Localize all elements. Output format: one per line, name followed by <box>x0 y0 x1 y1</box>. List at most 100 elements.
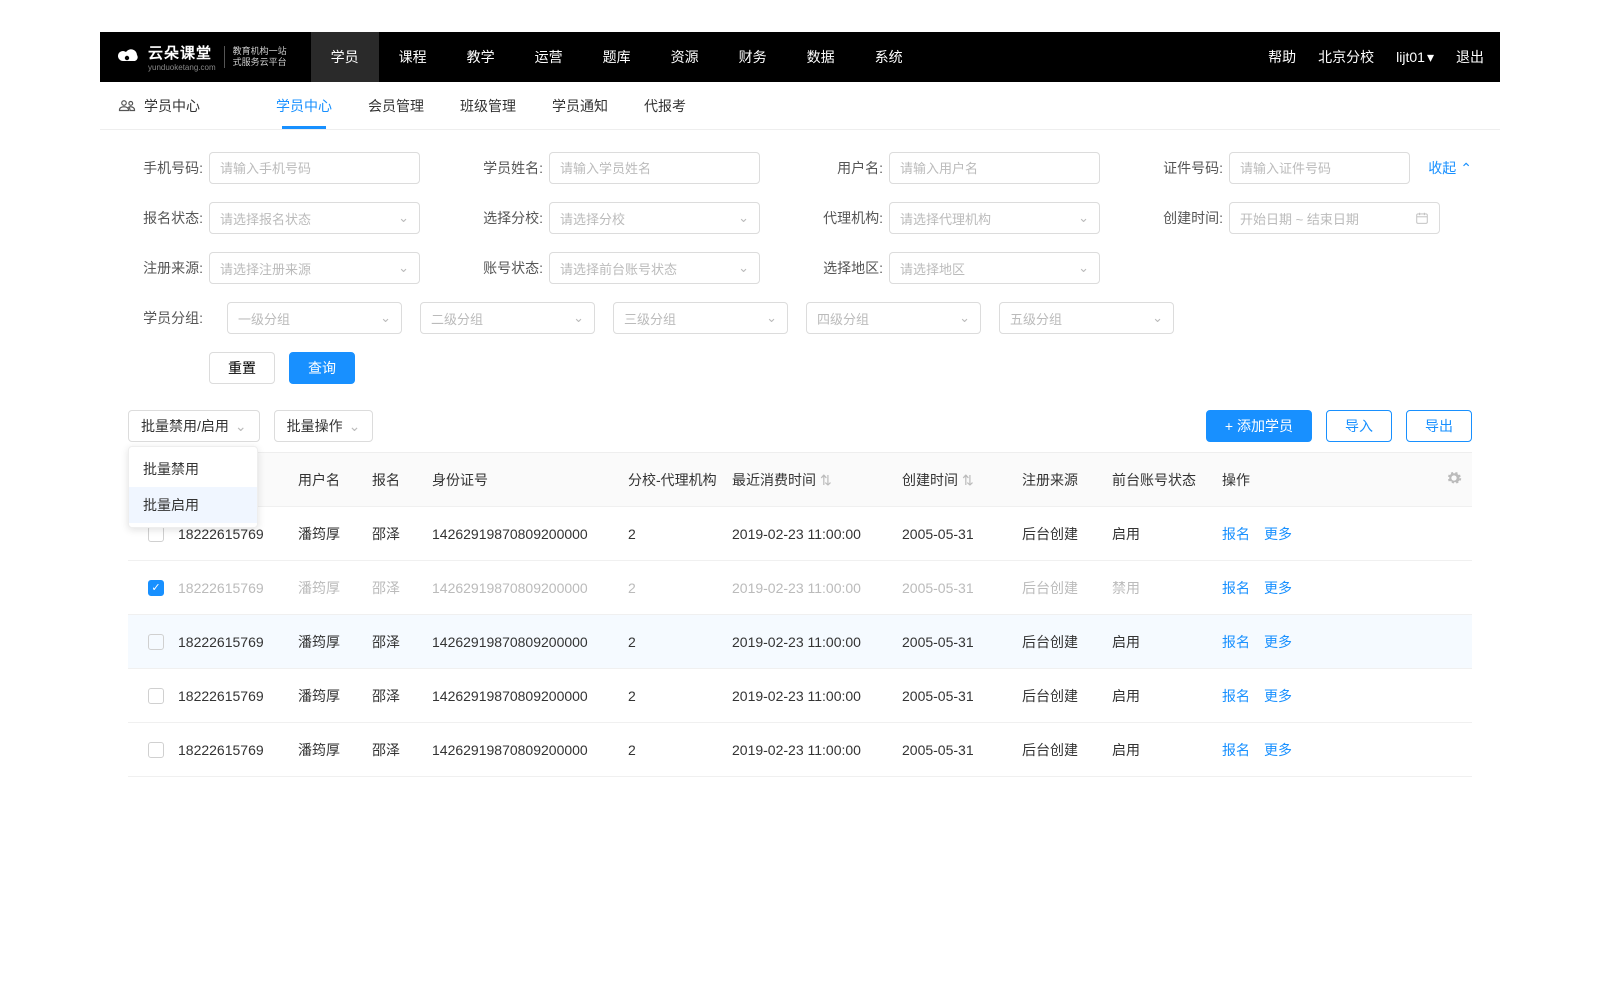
row-more-link[interactable]: 更多 <box>1264 740 1292 760</box>
nav-题库[interactable]: 题库 <box>583 32 651 82</box>
cell-lastpay: 2019-02-23 11:00:00 <box>726 580 896 596</box>
create-time-range[interactable]: 开始日期 ~ 结束日期 <box>1229 202 1440 234</box>
agency-select[interactable]: 请选择代理机构⌄ <box>889 202 1100 234</box>
table-row: 18222615769潘筠厚邵泽142629198708092000002201… <box>128 615 1472 669</box>
nav-财务[interactable]: 财务 <box>719 32 787 82</box>
cell-status: 启用 <box>1106 632 1216 652</box>
bulk-toggle-dropdown[interactable]: 批量禁用/启用⌄ <box>128 410 260 442</box>
chevron-down-icon: ⌄ <box>573 310 584 326</box>
sort-icon: ⇅ <box>820 472 832 488</box>
cell-src: 后台创建 <box>1016 578 1106 598</box>
row-checkbox[interactable] <box>148 634 164 650</box>
col-regsrc[interactable]: 注册来源 <box>1016 470 1106 490</box>
bulk-ops-dropdown[interactable]: 批量操作⌄ <box>274 410 374 442</box>
cell-campus: 2 <box>622 688 726 704</box>
cell-username: 潘筠厚 <box>292 632 366 652</box>
row-more-link[interactable]: 更多 <box>1264 578 1292 598</box>
col-lastpay[interactable]: 最近消费时间⇅ <box>726 470 896 490</box>
group-select-5[interactable]: 五级分组⌄ <box>999 302 1174 334</box>
cell-phone: 18222615769 <box>172 634 292 650</box>
row-signup-link[interactable]: 报名 <box>1222 524 1250 544</box>
export-button[interactable]: 导出 <box>1406 410 1472 442</box>
campus-link[interactable]: 北京分校 <box>1318 47 1374 67</box>
col-ctime[interactable]: 创建时间⇅ <box>896 470 1016 490</box>
tab-学员中心[interactable]: 学员中心 <box>276 82 332 129</box>
tab-学员通知[interactable]: 学员通知 <box>552 82 608 129</box>
nav-教学[interactable]: 教学 <box>447 32 515 82</box>
row-more-link[interactable]: 更多 <box>1264 632 1292 652</box>
cell-ctime: 2005-05-31 <box>896 580 1016 596</box>
nav-系统[interactable]: 系统 <box>855 32 923 82</box>
account-status-select[interactable]: 请选择前台账号状态⌄ <box>549 252 760 284</box>
row-checkbox[interactable] <box>148 688 164 704</box>
tab-会员管理[interactable]: 会员管理 <box>368 82 424 129</box>
table-row: 18222615769潘筠厚邵泽142629198708092000002201… <box>128 723 1472 777</box>
chevron-down-icon: ⌄ <box>398 260 409 276</box>
row-checkbox[interactable]: ✓ <box>148 580 164 596</box>
calendar-icon <box>1415 211 1429 225</box>
cell-enroll: 邵泽 <box>366 686 426 706</box>
table-row: ✓18222615769潘筠厚邵泽14262919870809200000220… <box>128 561 1472 615</box>
add-student-button[interactable]: + 添加学员 <box>1206 410 1312 442</box>
chevron-down-icon: ⌄ <box>235 418 247 435</box>
reset-button[interactable]: 重置 <box>209 352 275 384</box>
cell-username: 潘筠厚 <box>292 740 366 760</box>
row-signup-link[interactable]: 报名 <box>1222 686 1250 706</box>
nav-资源[interactable]: 资源 <box>651 32 719 82</box>
cell-idcard: 14262919870809200000 <box>426 580 622 596</box>
nav-数据[interactable]: 数据 <box>787 32 855 82</box>
group-select-4[interactable]: 四级分组⌄ <box>806 302 981 334</box>
brand-name: 云朵课堂 <box>148 42 216 63</box>
group-select-1[interactable]: 一级分组⌄ <box>227 302 402 334</box>
bulk-enable-option[interactable]: 批量启用 <box>129 487 257 523</box>
cell-phone: 18222615769 <box>172 742 292 758</box>
cell-src: 后台创建 <box>1016 632 1106 652</box>
col-username[interactable]: 用户名 <box>292 470 366 490</box>
row-signup-link[interactable]: 报名 <box>1222 578 1250 598</box>
collapse-toggle[interactable]: 收起⌃ <box>1428 158 1472 178</box>
table-settings-button[interactable] <box>1436 470 1472 489</box>
enroll-status-select[interactable]: 请选择报名状态⌄ <box>209 202 420 234</box>
tab-代报考[interactable]: 代报考 <box>644 82 686 129</box>
col-status[interactable]: 前台账号状态 <box>1106 470 1216 490</box>
gear-icon <box>1446 470 1462 486</box>
chevron-down-icon: ⌄ <box>738 260 749 276</box>
import-button[interactable]: 导入 <box>1326 410 1392 442</box>
group-select-2[interactable]: 二级分组⌄ <box>420 302 595 334</box>
col-idcard[interactable]: 身份证号 <box>426 470 622 490</box>
cell-ctime: 2005-05-31 <box>896 526 1016 542</box>
col-campus[interactable]: 分校-代理机构 <box>622 470 726 490</box>
chevron-down-icon: ⌄ <box>380 310 391 326</box>
bulk-disable-option[interactable]: 批量禁用 <box>129 451 257 487</box>
tab-班级管理[interactable]: 班级管理 <box>460 82 516 129</box>
reg-source-select[interactable]: 请选择注册来源⌄ <box>209 252 420 284</box>
sub-tabs: 学员中心会员管理班级管理学员通知代报考 <box>276 82 686 129</box>
cell-enroll: 邵泽 <box>366 578 426 598</box>
cell-src: 后台创建 <box>1016 524 1106 544</box>
query-button[interactable]: 查询 <box>289 352 355 384</box>
row-signup-link[interactable]: 报名 <box>1222 632 1250 652</box>
filter-phone: 手机号码: <box>128 152 420 184</box>
username-input[interactable] <box>900 161 1089 176</box>
logout-link[interactable]: 退出 <box>1456 47 1484 67</box>
user-menu[interactable]: lijt01▾ <box>1396 49 1434 66</box>
region-select[interactable]: 请选择地区⌄ <box>889 252 1100 284</box>
name-input[interactable] <box>560 161 749 176</box>
group-select-3[interactable]: 三级分组⌄ <box>613 302 788 334</box>
cell-campus: 2 <box>622 526 726 542</box>
row-more-link[interactable]: 更多 <box>1264 524 1292 544</box>
phone-input[interactable] <box>220 161 409 176</box>
row-more-link[interactable]: 更多 <box>1264 686 1292 706</box>
nav-课程[interactable]: 课程 <box>379 32 447 82</box>
idno-input[interactable] <box>1240 161 1399 176</box>
help-link[interactable]: 帮助 <box>1268 47 1296 67</box>
nav-运营[interactable]: 运营 <box>515 32 583 82</box>
cell-campus: 2 <box>622 742 726 758</box>
user-group-icon <box>118 97 136 115</box>
row-signup-link[interactable]: 报名 <box>1222 740 1250 760</box>
cell-status: 启用 <box>1106 686 1216 706</box>
row-checkbox[interactable] <box>148 742 164 758</box>
nav-学员[interactable]: 学员 <box>311 32 379 82</box>
col-enroll[interactable]: 报名 <box>366 470 426 490</box>
campus-select[interactable]: 请选择分校⌄ <box>549 202 760 234</box>
